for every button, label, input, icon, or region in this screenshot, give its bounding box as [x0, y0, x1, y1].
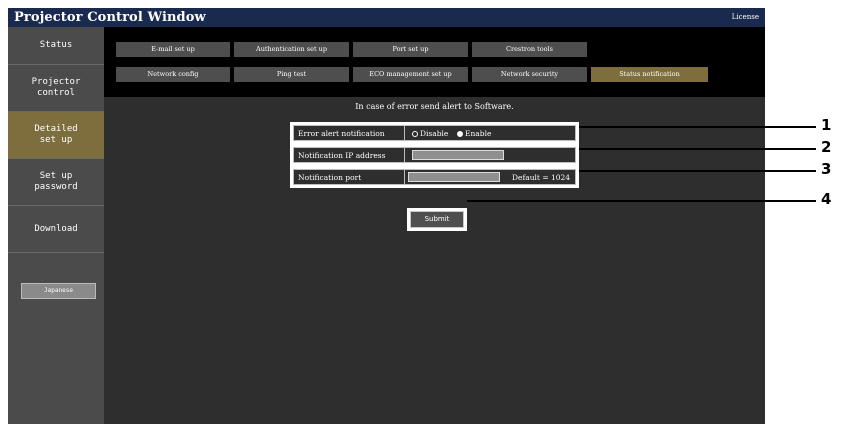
sidebar-divider [8, 252, 104, 253]
error-alert-row: Error alert notification Disable Enable [293, 125, 576, 141]
tab-status-notification[interactable]: Status notification [591, 67, 708, 82]
ip-address-label: Notification IP address [298, 151, 386, 160]
tab-ping-test[interactable]: Ping test [234, 67, 349, 82]
callout-line-4 [467, 200, 816, 202]
enable-radio-icon [457, 130, 463, 137]
port-label: Notification port [298, 173, 362, 182]
enable-radio[interactable]: Enable [457, 126, 491, 141]
callout-number-1: 1 [821, 116, 832, 134]
tab-crestron-tools[interactable]: Crestron tools [472, 42, 587, 57]
window-title: Projector Control Window [14, 10, 206, 25]
port-default-text: Default = 1024 [512, 173, 571, 182]
sidebar-item-projector-control[interactable]: Projector control [8, 64, 104, 111]
ip-address-input[interactable] [412, 150, 504, 160]
disable-radio[interactable]: Disable [412, 126, 448, 141]
callout-number-2: 2 [821, 138, 832, 156]
enable-radio-label: Enable [465, 129, 492, 138]
sidebar-item-label: Set up password [34, 171, 78, 192]
tab-network-config[interactable]: Network config [116, 67, 230, 82]
submit-button[interactable]: Submit [410, 211, 464, 228]
status-notification-panel: In case of error send alert to Software.… [104, 97, 765, 424]
callout-line-1 [579, 126, 816, 128]
error-alert-label: Error alert notification [298, 129, 385, 138]
sidebar-item-label: Projector control [31, 77, 81, 98]
sidebar-item-detailed-set-up[interactable]: Detailed set up [8, 111, 104, 158]
callout-number-3: 3 [821, 160, 832, 178]
main-content: E-mail set up Authentication set up Port… [104, 27, 765, 424]
sidebar-item-label: Detailed set up [34, 124, 78, 145]
tab-port-set-up[interactable]: Port set up [353, 42, 468, 57]
tab-network-security[interactable]: Network security [472, 67, 587, 82]
japanese-language-button[interactable]: Japanese [21, 283, 96, 299]
projector-control-window: Projector Control Window License Status … [8, 8, 765, 424]
tab-eco-management-set-up[interactable]: ECO management set up [353, 67, 468, 82]
disable-radio-label: Disable [420, 129, 449, 138]
sidebar: Status Projector control Detailed set up… [8, 27, 104, 424]
sidebar-item-status[interactable]: Status [8, 27, 104, 63]
row-separator [404, 148, 405, 162]
ip-address-row: Notification IP address [293, 147, 576, 163]
license-link[interactable]: License [732, 12, 759, 22]
row-separator [404, 170, 405, 184]
tab-bar: E-mail set up Authentication set up Port… [104, 27, 765, 97]
row-separator [404, 126, 405, 140]
callout-number-4: 4 [821, 190, 832, 208]
instruction-text: In case of error send alert to Software. [355, 102, 514, 111]
sidebar-item-download[interactable]: Download [8, 205, 104, 252]
disable-radio-icon [412, 130, 418, 137]
port-input[interactable] [408, 172, 500, 182]
title-bar: Projector Control Window License [8, 8, 765, 27]
sidebar-item-set-up-password[interactable]: Set up password [8, 158, 104, 205]
callout-line-3 [579, 170, 816, 172]
tab-email-set-up[interactable]: E-mail set up [116, 42, 230, 57]
callout-line-2 [579, 148, 816, 150]
tab-authentication-set-up[interactable]: Authentication set up [234, 42, 349, 57]
port-row: Notification port Default = 1024 [293, 169, 576, 185]
